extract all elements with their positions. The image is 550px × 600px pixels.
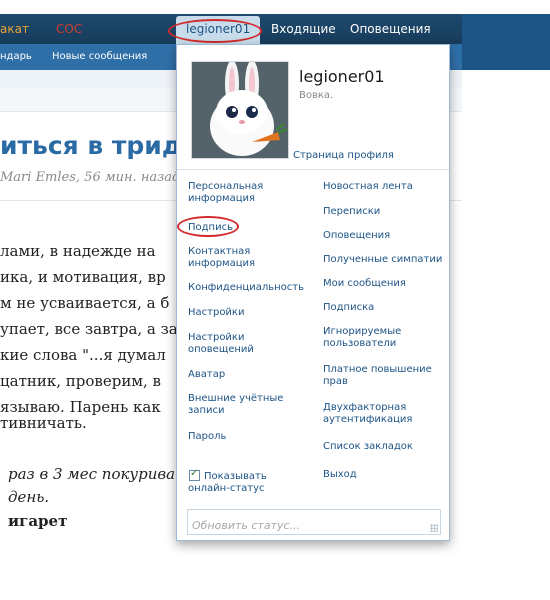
post-text-line: упает, все завтра, а за bbox=[0, 320, 178, 338]
sub-nav-calendar[interactable]: ндарь bbox=[0, 51, 32, 62]
menu-two-step-auth[interactable]: Двухфакторная аутентификация bbox=[323, 402, 443, 426]
menu-ignored-users[interactable]: Игнорируемые пользователи bbox=[323, 326, 443, 350]
post-text-line: тивничать. bbox=[0, 414, 87, 432]
account-popup: legioner01 Вовка. Страница профиля Персо… bbox=[176, 44, 450, 541]
show-online-status-label[interactable]: Показывать онлайн-статус bbox=[188, 471, 288, 495]
popup-user-status: Вовка. bbox=[299, 90, 334, 101]
menu-logout[interactable]: Выход bbox=[323, 469, 443, 481]
divider bbox=[177, 169, 449, 170]
avatar-image bbox=[192, 62, 288, 158]
menu-personal-info[interactable]: Персональная информация bbox=[188, 181, 308, 205]
sub-nav-new-messages[interactable]: Новые сообщения bbox=[52, 51, 147, 62]
resize-grip-icon[interactable] bbox=[430, 524, 438, 532]
annotation-ellipse bbox=[177, 216, 239, 237]
menu-conversations[interactable]: Переписки bbox=[323, 206, 443, 218]
status-update-input[interactable] bbox=[192, 519, 422, 532]
post-text-line: цатник, проверим, в bbox=[0, 372, 161, 390]
menu-subscription[interactable]: Подписка bbox=[323, 302, 443, 314]
menu-likes-received[interactable]: Полученные симпатии bbox=[323, 254, 443, 266]
annotation-ellipse bbox=[168, 19, 262, 43]
menu-alerts[interactable]: Оповещения bbox=[323, 230, 443, 242]
menu-avatar[interactable]: Аватар bbox=[188, 369, 308, 381]
status-update-box bbox=[187, 509, 441, 535]
menu-privacy[interactable]: Конфиденциальность bbox=[188, 282, 308, 294]
header-right-band bbox=[462, 14, 550, 70]
menu-contact-info[interactable]: Контактная информация bbox=[188, 246, 308, 270]
menu-my-posts[interactable]: Мои сообщения bbox=[323, 278, 443, 290]
menu-bookmarks[interactable]: Список закладок bbox=[323, 441, 443, 453]
post-text-line: ика, и мотивация, вр bbox=[0, 268, 166, 286]
nav-item[interactable]: акат bbox=[0, 22, 29, 36]
show-online-status-checkbox[interactable] bbox=[189, 468, 200, 481]
tab-inbox[interactable]: Входящие bbox=[271, 22, 336, 36]
menu-paid-upgrades[interactable]: Платное повышение прав bbox=[323, 364, 443, 388]
profile-page-link[interactable]: Страница профиля bbox=[293, 150, 394, 161]
tab-alerts[interactable]: Оповещения bbox=[350, 22, 431, 36]
post-text-line: лами, в надежде на bbox=[0, 242, 156, 260]
popup-username[interactable]: legioner01 bbox=[299, 67, 385, 86]
thread-meta: Mari Emles, 56 мин. назад bbox=[0, 170, 181, 185]
nav-item[interactable]: СОС bbox=[56, 22, 82, 36]
post-text-line: раз в 3 мес покурива bbox=[8, 465, 176, 483]
post-text-line: кие слова "...я думал bbox=[0, 346, 166, 364]
menu-password[interactable]: Пароль bbox=[188, 431, 308, 443]
post-text-line: день. bbox=[8, 488, 50, 506]
menu-settings[interactable]: Настройки bbox=[188, 307, 308, 319]
thread-title: иться в трид bbox=[0, 131, 183, 160]
menu-alert-settings[interactable]: Настройки оповещений bbox=[188, 332, 308, 356]
post-text-line: м не усваивается, а б bbox=[0, 294, 170, 312]
avatar[interactable] bbox=[191, 61, 289, 159]
menu-external-accounts[interactable]: Внешние учётные записи bbox=[188, 393, 308, 417]
post-text-line: игарет bbox=[8, 512, 68, 530]
menu-news-feed[interactable]: Новостная лента bbox=[323, 181, 443, 193]
